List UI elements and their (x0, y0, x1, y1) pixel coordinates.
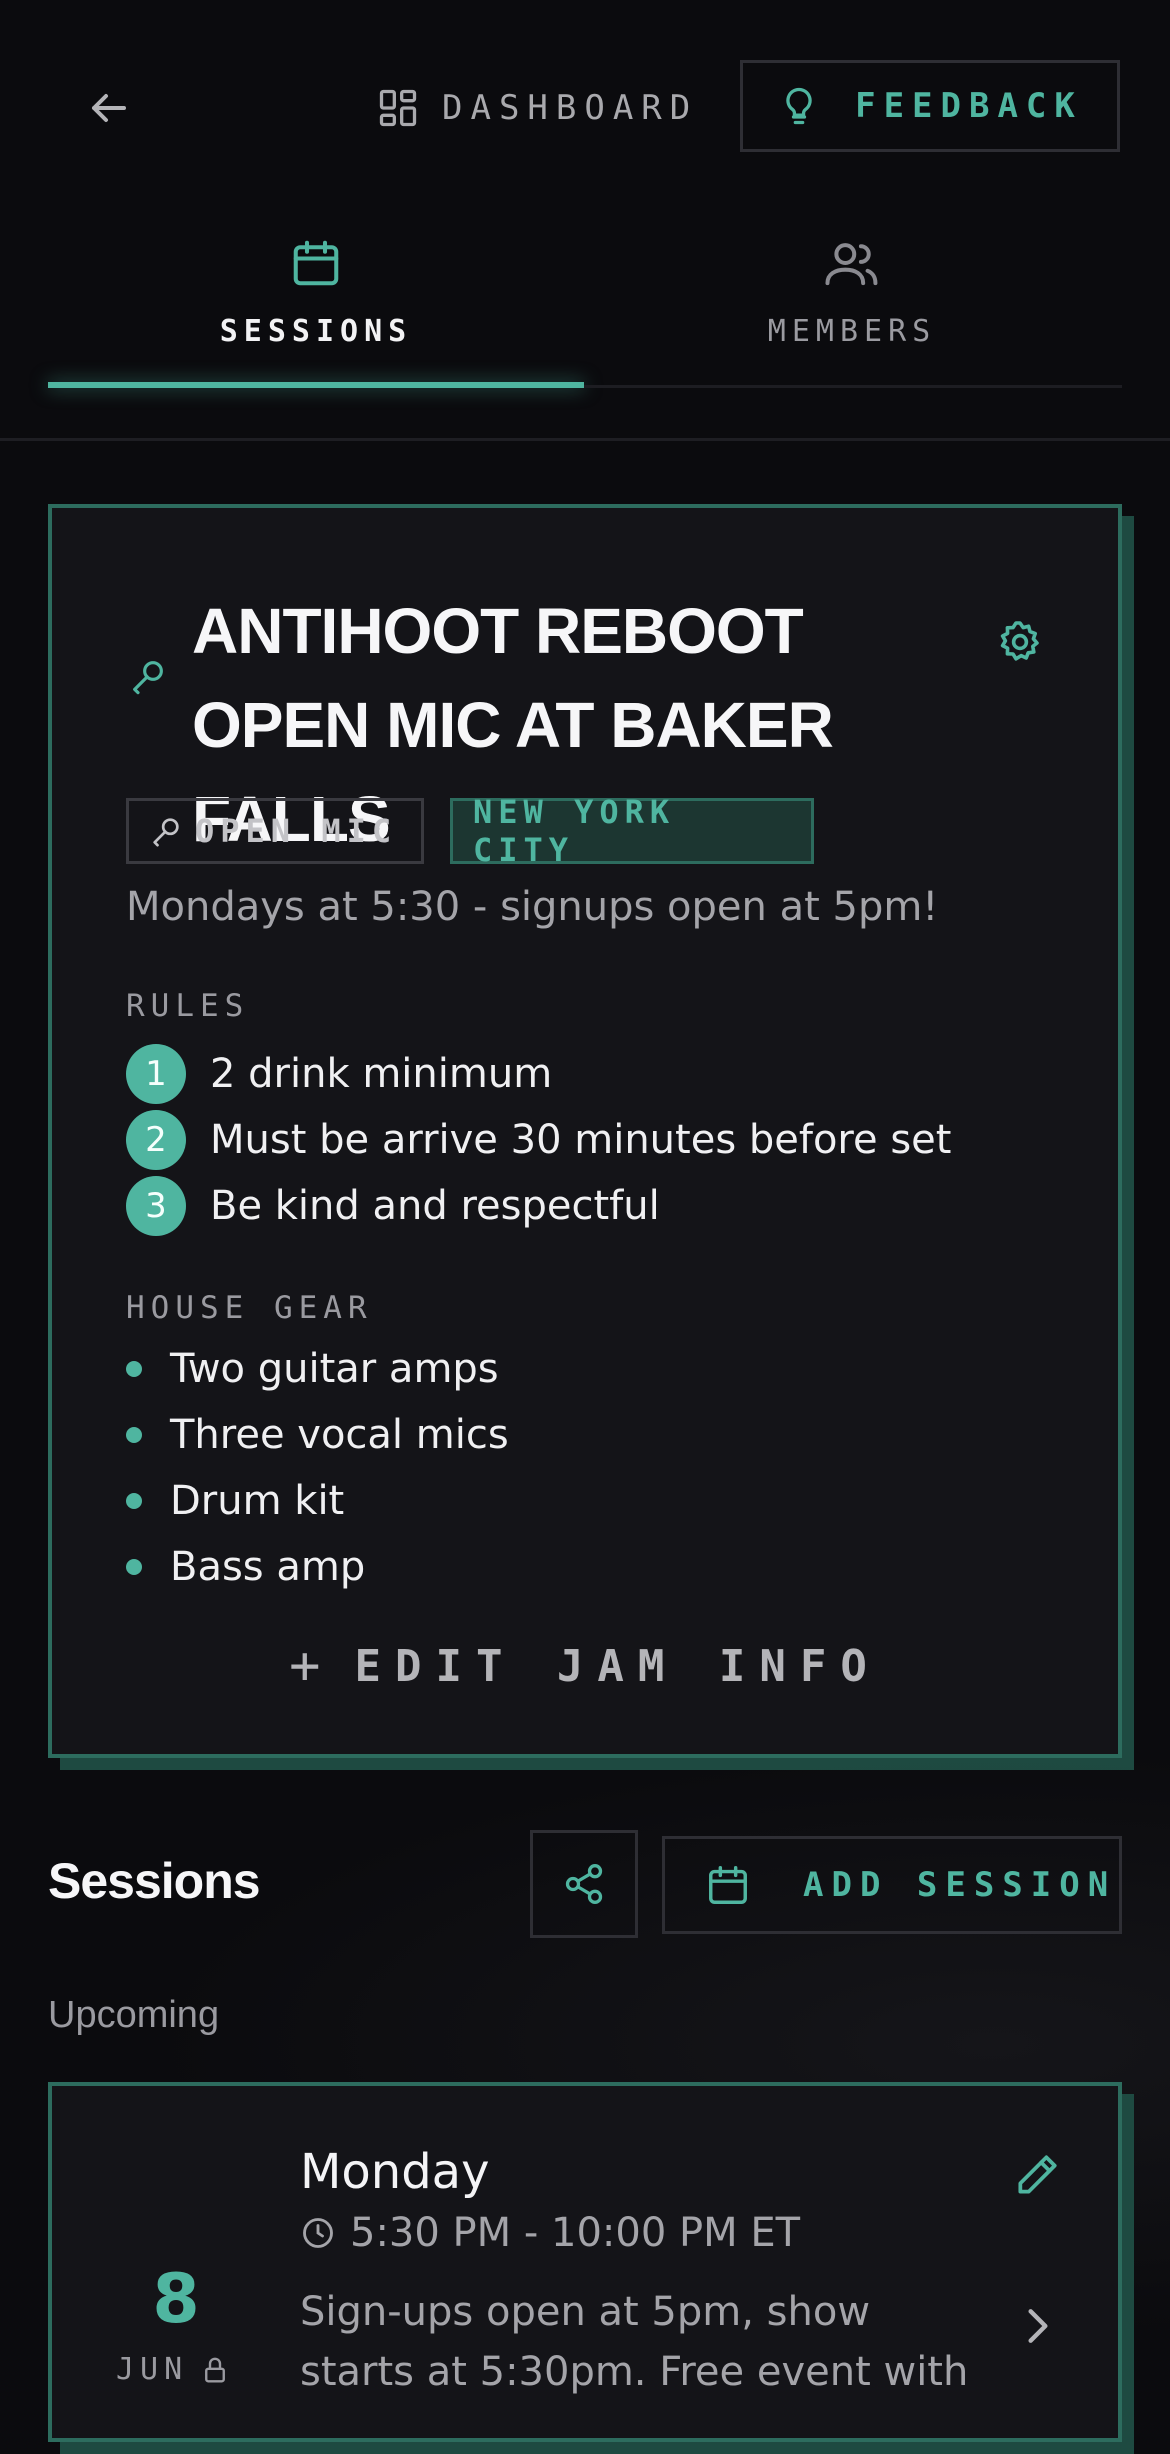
tab-sessions[interactable]: SESSIONS (48, 236, 584, 356)
house-gear-text: Bass amp (170, 1544, 366, 1590)
tab-divider (584, 385, 1122, 388)
jam-schedule: Mondays at 5:30 - signups open at 5pm! (126, 884, 939, 930)
rule-number: 1 (126, 1044, 186, 1104)
session-time-label: 5:30 PM - 10:00 PM ET (350, 2210, 801, 2256)
session-weekday: Monday (300, 2144, 490, 2200)
bullet (126, 1361, 142, 1377)
dashboard-button[interactable]: DASHBOARD (376, 84, 698, 132)
feedback-button[interactable]: FEEDBACK (740, 60, 1120, 152)
calendar-icon (709, 1866, 747, 1904)
session-description: Sign-ups open at 5pm, show starts at 5:3… (300, 2289, 969, 2395)
rule-number: 2 (126, 1110, 186, 1170)
dashboard-icon (379, 89, 417, 127)
house-gear-text: Three vocal mics (170, 1412, 509, 1458)
sessions-heading: Sessions (48, 1853, 261, 1909)
arrow-left-icon (92, 94, 126, 122)
edit-session-button[interactable] (1012, 2150, 1062, 2200)
bullet (126, 1427, 142, 1443)
rules-heading: RULES (126, 988, 250, 1024)
house-gear-item: Drum kit (126, 1478, 344, 1524)
bullet (126, 1559, 142, 1575)
rule-text: Must be arrive 30 minutes before set (210, 1117, 952, 1163)
calendar-icon (293, 240, 339, 286)
gear-icon (1000, 621, 1039, 661)
feedback-label: FEEDBACK (855, 86, 1083, 126)
pencil-icon (1018, 2155, 1057, 2194)
edit-jam-info-button[interactable]: + EDIT JAM INFO (0, 1636, 1170, 1696)
house-gear-text: Drum kit (170, 1478, 345, 1524)
back-button[interactable] (84, 84, 132, 132)
rule-text: Be kind and respectful (210, 1183, 660, 1229)
session-month-label: JUN (116, 2352, 189, 2387)
rule-number: 3 (126, 1176, 186, 1236)
dashboard-label: DASHBOARD (442, 88, 699, 128)
add-session-button[interactable]: ADD SESSION (662, 1836, 1122, 1934)
rule-item: 2 Must be arrive 30 minutes before set (126, 1110, 951, 1170)
session-day-number: 8 (152, 2260, 200, 2339)
active-tab-indicator (48, 382, 584, 388)
session-month: JUN (116, 2352, 230, 2387)
jam-type-label: OPEN MIC (195, 812, 398, 850)
microphone-icon (128, 656, 168, 696)
tab-members[interactable]: MEMBERS (584, 236, 1120, 356)
rule-item: 1 2 drink minimum (126, 1044, 552, 1104)
upcoming-heading: Upcoming (48, 1994, 220, 2036)
tab-members-label: MEMBERS (767, 314, 937, 349)
share-icon (565, 1864, 603, 1904)
house-gear-item: Bass amp (126, 1544, 365, 1590)
users-icon (825, 243, 878, 286)
microphone-icon (153, 818, 179, 847)
jam-type-chip: OPEN MIC (126, 798, 424, 864)
clock-icon (303, 2218, 333, 2248)
house-gear-item: Two guitar amps (126, 1346, 499, 1392)
house-gear-heading: HOUSE GEAR (126, 1290, 373, 1326)
city-chip: NEW YORK CITY (450, 793, 814, 869)
city-label: NEW YORK CITY (473, 793, 676, 869)
add-session-label: ADD SESSION (803, 1865, 1117, 1905)
share-button[interactable] (530, 1830, 638, 1938)
lock-icon (205, 2357, 226, 2382)
edit-jam-info-label: EDIT JAM INFO (354, 1640, 881, 1692)
rule-text: 2 drink minimum (210, 1051, 553, 1097)
house-gear-text: Two guitar amps (170, 1346, 499, 1392)
rule-item: 3 Be kind and respectful (126, 1176, 660, 1236)
plus-icon: + (289, 1636, 321, 1696)
house-gear-item: Three vocal mics (126, 1412, 509, 1458)
bullet (126, 1493, 142, 1509)
tab-sessions-label: SESSIONS (219, 314, 413, 349)
open-session-button[interactable] (1022, 2304, 1054, 2348)
header-divider (0, 438, 1170, 441)
settings-button[interactable] (996, 618, 1044, 666)
lightbulb-icon (786, 87, 812, 125)
session-time: 5:30 PM - 10:00 PM ET (300, 2210, 800, 2256)
chevron-right-icon (1028, 2309, 1048, 2343)
